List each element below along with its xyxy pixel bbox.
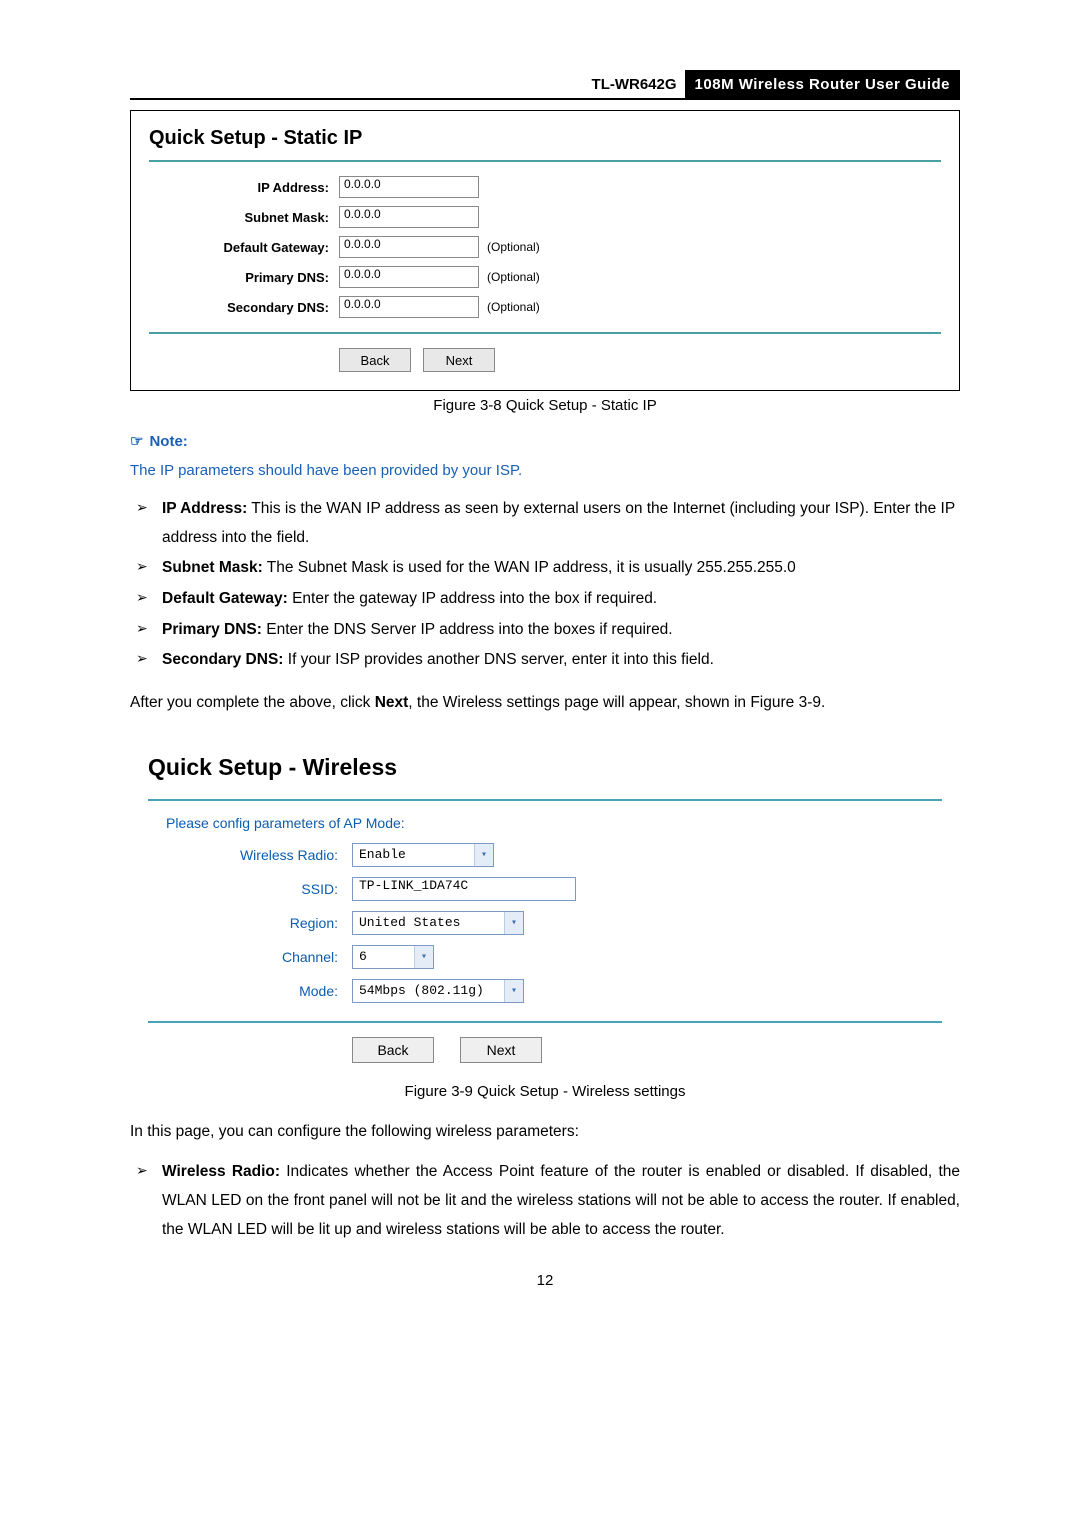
secondary-dns-label: Secondary DNS: [149, 300, 339, 315]
bullet-bold: Secondary DNS: [162, 651, 283, 668]
figure-wireless: Quick Setup - Wireless Please config par… [130, 736, 960, 1077]
list-item: Default Gateway: Enter the gateway IP ad… [130, 585, 960, 614]
back-button[interactable]: Back [352, 1037, 434, 1063]
channel-label: Channel: [148, 949, 352, 965]
select-value: 54Mbps (802.11g) [353, 983, 504, 998]
list-item: Primary DNS: Enter the DNS Server IP add… [130, 616, 960, 645]
list-item: Wireless Radio: Indicates whether the Ac… [130, 1158, 960, 1244]
primary-dns-label: Primary DNS: [149, 270, 339, 285]
figure2-title: Quick Setup - Wireless [148, 754, 942, 781]
header-model: TL-WR642G [130, 70, 685, 98]
doc-header: TL-WR642G 108M Wireless Router User Guid… [130, 70, 960, 100]
figure1-caption: Figure 3-8 Quick Setup - Static IP [130, 397, 960, 414]
bullet-bold: Default Gateway: [162, 590, 288, 607]
figure2-prompt: Please config parameters of AP Mode: [166, 815, 942, 831]
next-button[interactable]: Next [423, 348, 495, 372]
bullet-text: Enter the DNS Server IP address into the… [262, 621, 673, 638]
divider [149, 160, 941, 162]
figure1-title: Quick Setup - Static IP [149, 127, 941, 150]
page-number: 12 [130, 1272, 960, 1289]
subnet-mask-input[interactable]: 0.0.0.0 [339, 206, 479, 228]
bullet-list-2: Wireless Radio: Indicates whether the Ac… [130, 1158, 960, 1244]
bullet-bold: Primary DNS: [162, 621, 262, 638]
list-item: Subnet Mask: The Subnet Mask is used for… [130, 554, 960, 583]
header-guide: 108M Wireless Router User Guide [685, 70, 960, 98]
text-segment: , the Wireless settings page will appear… [408, 694, 825, 711]
list-item: Secondary DNS: If your ISP provides anot… [130, 646, 960, 675]
pointing-hand-icon: ☞ [130, 433, 143, 450]
region-label: Region: [148, 915, 352, 931]
list-item: IP Address: This is the WAN IP address a… [130, 495, 960, 552]
chevron-down-icon: ▾ [504, 912, 523, 934]
chevron-down-icon: ▾ [474, 844, 493, 866]
secondary-dns-optional: (Optional) [487, 300, 540, 314]
figure2-caption: Figure 3-9 Quick Setup - Wireless settin… [130, 1083, 960, 1100]
select-value: United States [353, 915, 504, 930]
chevron-down-icon: ▾ [504, 980, 523, 1002]
body-text-2: In this page, you can configure the foll… [130, 1118, 960, 1147]
note-text: The IP parameters should have been provi… [130, 462, 960, 479]
note-heading: ☞ Note: [130, 432, 960, 450]
primary-dns-input[interactable]: 0.0.0.0 [339, 266, 479, 288]
bullet-bold: IP Address: [162, 500, 247, 517]
text-bold: Next [375, 694, 409, 711]
primary-dns-optional: (Optional) [487, 270, 540, 284]
bullet-text: This is the WAN IP address as seen by ex… [162, 500, 955, 546]
channel-select[interactable]: 6 ▾ [352, 945, 434, 969]
chevron-down-icon: ▾ [414, 946, 433, 968]
bullet-text: Indicates whether the Access Point featu… [162, 1163, 960, 1237]
select-value: 6 [353, 949, 414, 964]
ssid-input[interactable]: TP-LINK_1DA74C [352, 877, 576, 901]
note-label: Note: [149, 433, 187, 450]
mode-label: Mode: [148, 983, 352, 999]
next-button[interactable]: Next [460, 1037, 542, 1063]
bullet-text: The Subnet Mask is used for the WAN IP a… [263, 559, 796, 576]
divider [148, 799, 942, 801]
ip-address-label: IP Address: [149, 180, 339, 195]
default-gateway-input[interactable]: 0.0.0.0 [339, 236, 479, 258]
bullet-text: Enter the gateway IP address into the bo… [288, 590, 657, 607]
region-select[interactable]: United States ▾ [352, 911, 524, 935]
bullet-text: If your ISP provides another DNS server,… [283, 651, 713, 668]
wireless-radio-label: Wireless Radio: [148, 847, 352, 863]
bullet-list-1: IP Address: This is the WAN IP address a… [130, 495, 960, 675]
select-value: Enable [353, 847, 474, 862]
bullet-bold: Wireless Radio: [162, 1163, 280, 1180]
divider [149, 332, 941, 334]
after-text: After you complete the above, click Next… [130, 689, 960, 718]
text-segment: After you complete the above, click [130, 694, 375, 711]
bullet-bold: Subnet Mask: [162, 559, 263, 576]
wireless-radio-select[interactable]: Enable ▾ [352, 843, 494, 867]
ip-address-input[interactable]: 0.0.0.0 [339, 176, 479, 198]
ssid-label: SSID: [148, 881, 352, 897]
divider [148, 1021, 942, 1023]
mode-select[interactable]: 54Mbps (802.11g) ▾ [352, 979, 524, 1003]
default-gateway-optional: (Optional) [487, 240, 540, 254]
subnet-mask-label: Subnet Mask: [149, 210, 339, 225]
back-button[interactable]: Back [339, 348, 411, 372]
secondary-dns-input[interactable]: 0.0.0.0 [339, 296, 479, 318]
default-gateway-label: Default Gateway: [149, 240, 339, 255]
figure-static-ip: Quick Setup - Static IP IP Address: 0.0.… [130, 110, 960, 391]
